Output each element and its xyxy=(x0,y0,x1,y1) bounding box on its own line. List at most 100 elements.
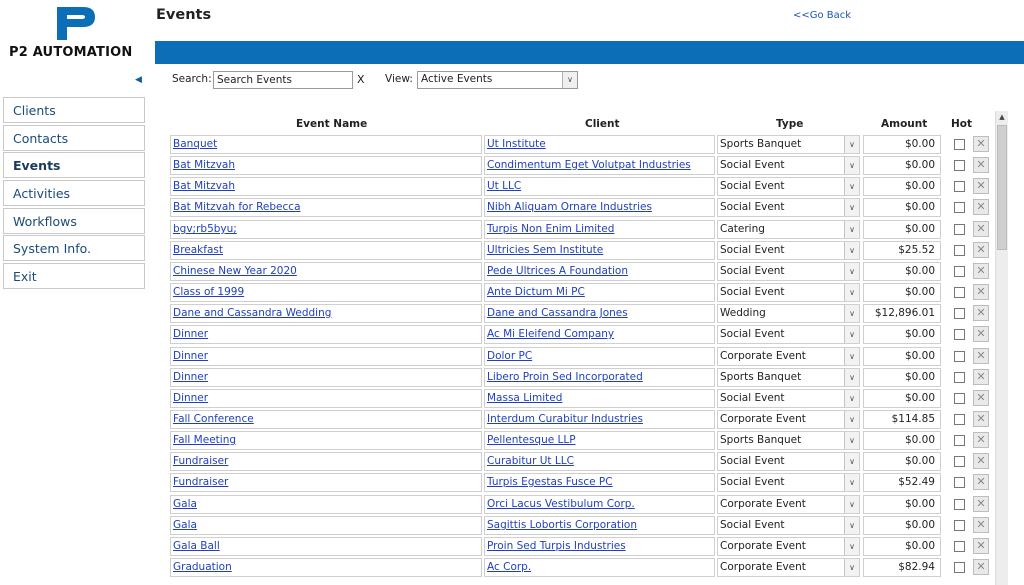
chevron-down-icon[interactable]: ∨ xyxy=(844,242,859,259)
view-select[interactable]: Active Events ∨ xyxy=(417,71,578,89)
amount-field[interactable]: $52.49 xyxy=(863,473,941,492)
hot-checkbox[interactable] xyxy=(954,245,965,256)
x-icon[interactable]: ✕ xyxy=(973,390,989,406)
client-link[interactable]: Turpis Non Enim Limited xyxy=(484,220,715,239)
chevron-down-icon[interactable]: ∨ xyxy=(844,496,859,513)
search-clear-button[interactable]: X xyxy=(357,73,365,86)
client-link[interactable]: Ante Dictum Mi PC xyxy=(484,283,715,302)
search-input[interactable] xyxy=(213,71,353,89)
event-name-link[interactable]: Fall Conference xyxy=(170,410,482,429)
client-link[interactable]: Pede Ultrices A Foundation xyxy=(484,262,715,281)
type-select[interactable]: Social Event ∨ xyxy=(717,262,860,281)
amount-field[interactable]: $0.00 xyxy=(863,389,941,408)
client-link[interactable]: Turpis Egestas Fusce PC xyxy=(484,473,715,492)
x-icon[interactable]: ✕ xyxy=(973,284,989,300)
type-select[interactable]: Sports Banquet ∨ xyxy=(717,368,860,387)
hot-checkbox[interactable] xyxy=(954,139,965,150)
x-icon[interactable]: ✕ xyxy=(973,496,989,512)
triangle-up-icon[interactable]: ▲ xyxy=(996,111,1008,124)
chevron-down-icon[interactable]: ∨ xyxy=(844,390,859,407)
type-select[interactable]: Social Event ∨ xyxy=(717,156,860,175)
event-name-link[interactable]: Gala Ball xyxy=(170,537,482,556)
hot-checkbox[interactable] xyxy=(954,541,965,552)
hot-checkbox[interactable] xyxy=(954,308,965,319)
x-icon[interactable]: ✕ xyxy=(973,348,989,364)
amount-field[interactable]: $0.00 xyxy=(863,495,941,514)
event-name-link[interactable]: Bat Mitzvah for Rebecca xyxy=(170,198,482,217)
type-select[interactable]: Social Event ∨ xyxy=(717,473,860,492)
hot-checkbox[interactable] xyxy=(954,181,965,192)
column-header-event-name[interactable]: Event Name xyxy=(296,118,367,130)
chevron-down-icon[interactable]: ∨ xyxy=(844,517,859,534)
chevron-down-icon[interactable]: ∨ xyxy=(844,474,859,491)
hot-checkbox[interactable] xyxy=(954,499,965,510)
amount-field[interactable]: $12,896.01 xyxy=(863,304,941,323)
client-link[interactable]: Pellentesque LLP xyxy=(484,431,715,450)
amount-field[interactable]: $0.00 xyxy=(863,452,941,471)
x-icon[interactable]: ✕ xyxy=(973,305,989,321)
chevron-down-icon[interactable]: ∨ xyxy=(844,453,859,470)
amount-field[interactable]: $114.85 xyxy=(863,410,941,429)
type-select[interactable]: Corporate Event ∨ xyxy=(717,537,860,556)
chevron-down-icon[interactable]: ∨ xyxy=(844,284,859,301)
amount-field[interactable]: $0.00 xyxy=(863,516,941,535)
x-icon[interactable]: ✕ xyxy=(973,538,989,554)
scrollbar-thumb[interactable] xyxy=(997,125,1007,250)
type-select[interactable]: Social Event ∨ xyxy=(717,389,860,408)
chevron-down-icon[interactable]: ∨ xyxy=(844,178,859,195)
amount-field[interactable]: $0.00 xyxy=(863,156,941,175)
x-icon[interactable]: ✕ xyxy=(973,517,989,533)
event-name-link[interactable]: Dane and Cassandra Wedding xyxy=(170,304,482,323)
x-icon[interactable]: ✕ xyxy=(973,263,989,279)
hot-checkbox[interactable] xyxy=(954,329,965,340)
event-name-link[interactable]: Banquet xyxy=(170,135,482,154)
chevron-down-icon[interactable]: ∨ xyxy=(844,199,859,216)
column-header-type[interactable]: Type xyxy=(776,118,803,130)
event-name-link[interactable]: Class of 1999 xyxy=(170,283,482,302)
type-select[interactable]: Corporate Event ∨ xyxy=(717,558,860,577)
hot-checkbox[interactable] xyxy=(954,414,965,425)
type-select[interactable]: Social Event ∨ xyxy=(717,283,860,302)
column-header-amount[interactable]: Amount xyxy=(881,118,927,130)
client-link[interactable]: Nibh Aliquam Ornare Industries xyxy=(484,198,715,217)
chevron-down-icon[interactable]: ∨ xyxy=(844,157,859,174)
chevron-down-icon[interactable]: ∨ xyxy=(844,326,859,343)
client-link[interactable]: Orci Lacus Vestibulum Corp. xyxy=(484,495,715,514)
chevron-down-icon[interactable]: ∨ xyxy=(844,136,859,153)
client-link[interactable]: Dolor PC xyxy=(484,347,715,366)
chevron-down-icon[interactable]: ∨ xyxy=(844,559,859,576)
amount-field[interactable]: $0.00 xyxy=(863,198,941,217)
amount-field[interactable]: $82.94 xyxy=(863,558,941,577)
hot-checkbox[interactable] xyxy=(954,435,965,446)
type-select[interactable]: Corporate Event ∨ xyxy=(717,410,860,429)
x-icon[interactable]: ✕ xyxy=(973,242,989,258)
hot-checkbox[interactable] xyxy=(954,393,965,404)
type-select[interactable]: Corporate Event ∨ xyxy=(717,495,860,514)
type-select[interactable]: Social Event ∨ xyxy=(717,452,860,471)
client-link[interactable]: Ultricies Sem Institute xyxy=(484,241,715,260)
type-select[interactable]: Social Event ∨ xyxy=(717,516,860,535)
type-select[interactable]: Wedding ∨ xyxy=(717,304,860,323)
chevron-down-icon[interactable]: ∨ xyxy=(844,305,859,322)
event-name-link[interactable]: Fundraiser xyxy=(170,473,482,492)
event-name-link[interactable]: Fundraiser xyxy=(170,452,482,471)
chevron-down-icon[interactable]: ∨ xyxy=(844,432,859,449)
amount-field[interactable]: $0.00 xyxy=(863,177,941,196)
event-name-link[interactable]: Breakfast xyxy=(170,241,482,260)
type-select[interactable]: Social Event ∨ xyxy=(717,198,860,217)
go-back-link[interactable]: <<Go Back xyxy=(793,10,851,21)
amount-field[interactable]: $0.00 xyxy=(863,262,941,281)
event-name-link[interactable]: Dinner xyxy=(170,325,482,344)
x-icon[interactable]: ✕ xyxy=(973,559,989,575)
chevron-down-icon[interactable]: ∨ xyxy=(844,263,859,280)
hot-checkbox[interactable] xyxy=(954,202,965,213)
event-name-link[interactable]: Gala xyxy=(170,516,482,535)
event-name-link[interactable]: Chinese New Year 2020 xyxy=(170,262,482,281)
chevron-down-icon[interactable]: ∨ xyxy=(844,411,859,428)
amount-field[interactable]: $0.00 xyxy=(863,283,941,302)
client-link[interactable]: Massa Limited xyxy=(484,389,715,408)
sidebar-item-clients[interactable]: Clients xyxy=(3,97,145,123)
client-link[interactable]: Ac Corp. xyxy=(484,558,715,577)
type-select[interactable]: Sports Banquet ∨ xyxy=(717,431,860,450)
x-icon[interactable]: ✕ xyxy=(973,178,989,194)
